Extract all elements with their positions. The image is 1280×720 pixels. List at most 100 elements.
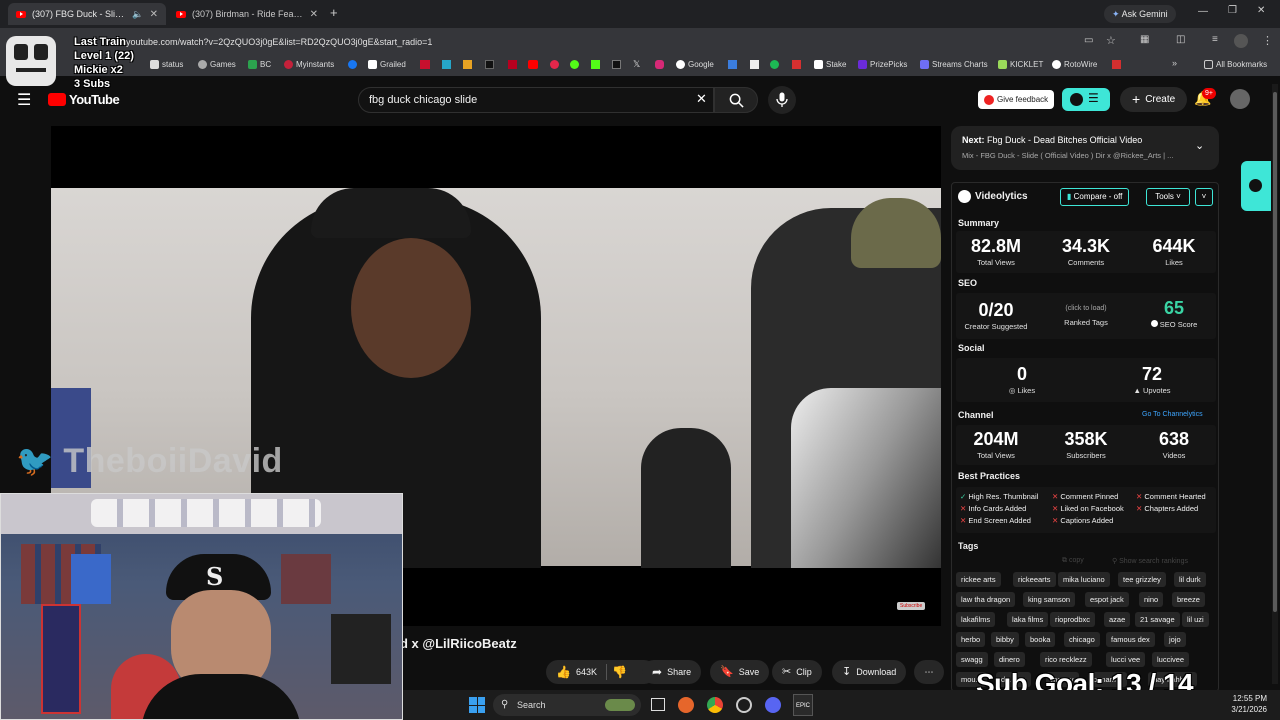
close-tab-icon[interactable]: ✕ [150, 9, 158, 20]
bookmark-prizepicks[interactable]: PrizePicks [858, 60, 907, 69]
tag-chip[interactable]: chicago [1064, 632, 1100, 647]
bookmark-shortcut-icon[interactable] [570, 60, 579, 69]
tag-chip[interactable]: herbo [956, 632, 986, 647]
compare-toggle[interactable]: ▮ Compare - off [1060, 188, 1130, 206]
tag-chip[interactable]: lil durk [1174, 572, 1206, 587]
kick-icon[interactable] [591, 60, 600, 69]
tag-chip[interactable]: breeze [1172, 592, 1205, 607]
tag-chip[interactable]: lakafilms [956, 612, 996, 627]
page-scrollbar[interactable] [1272, 84, 1278, 684]
tag-chip[interactable]: famous dex [1106, 632, 1155, 647]
bookmark-shortcut-icon[interactable] [485, 60, 494, 69]
steam-icon[interactable] [736, 697, 752, 713]
bookmark-status[interactable]: status [150, 60, 183, 69]
bookmark-myinstants[interactable]: Myinstants [284, 60, 334, 69]
install-app-icon[interactable]: ▭ [1084, 35, 1093, 46]
new-tab-button[interactable]: + [330, 5, 338, 20]
bookmark-shortcut-icon[interactable] [508, 60, 517, 69]
like-button[interactable]: 👍 643K [556, 660, 597, 684]
dislike-button[interactable]: 👎 [612, 660, 627, 685]
click-to-load[interactable]: (click to load) [1046, 305, 1126, 312]
windows-start-icon[interactable] [469, 697, 485, 713]
bookmark-google[interactable]: Google [676, 60, 714, 69]
scrollbar-thumb[interactable] [1273, 92, 1277, 612]
voice-search-button[interactable] [768, 86, 796, 114]
save-button[interactable]: 🔖 Save [710, 660, 770, 684]
close-tab-icon[interactable]: ✕ [310, 9, 318, 20]
bookmark-streams-charts[interactable]: Streams Charts [920, 60, 988, 69]
menu-dots-icon[interactable]: ⋮ [1262, 34, 1273, 47]
bookmark-grailed[interactable]: Grailed [368, 60, 406, 69]
tag-chip[interactable]: espot jack [1085, 592, 1129, 607]
bookmark-shortcut-icon[interactable] [442, 60, 451, 69]
tag-chip[interactable]: azae [1104, 612, 1131, 627]
tag-chip[interactable]: laka films [1007, 612, 1049, 627]
url-field[interactable]: youtube.com/watch?v=2QzQUO3j0gE&list=RD2… [120, 33, 1080, 52]
tag-chip[interactable]: rico recklezz [1040, 652, 1092, 667]
tag-chip[interactable]: bibby [991, 632, 1019, 647]
firefox-icon[interactable] [678, 697, 694, 713]
bookmark-games[interactable]: Games [198, 60, 236, 69]
tag-chip[interactable]: king samson [1023, 592, 1076, 607]
hamburger-menu-icon[interactable]: ☰ [17, 90, 31, 110]
task-view-icon[interactable] [651, 698, 665, 711]
tag-chip[interactable]: nino [1139, 592, 1164, 607]
sidepanel-icon[interactable]: ◫ [1176, 34, 1185, 45]
tools-dropdown[interactable]: Tools ˅ [1146, 188, 1190, 206]
tag-chip[interactable]: mika luciano [1058, 572, 1110, 587]
tag-chip[interactable]: rickeearts [1013, 572, 1056, 587]
bookmark-kicklet[interactable]: KICKLET [998, 60, 1043, 69]
bookmark-stake[interactable]: Stake [814, 60, 846, 69]
search-input[interactable]: fbg duck chicago slide [358, 87, 714, 113]
close-window-button[interactable]: ✕ [1257, 5, 1265, 16]
videolytics-side-tab[interactable] [1241, 161, 1271, 211]
amazon-icon[interactable] [750, 60, 759, 69]
video-subscribe-badge[interactable]: Subscribe [897, 602, 926, 610]
copy-tags-button[interactable]: ⧉ copy [1062, 557, 1084, 565]
spotify-icon[interactable] [770, 60, 779, 69]
bookmark-shortcut-icon[interactable] [463, 60, 472, 69]
tag-chip[interactable]: booka [1025, 632, 1056, 647]
taskbar-clock[interactable]: 12:55 PM 3/21/2026 [1211, 694, 1267, 714]
tag-chip[interactable]: jojo [1164, 632, 1186, 647]
youtube-bookmark-icon[interactable] [528, 60, 538, 69]
bookmark-shortcut-icon[interactable] [728, 60, 737, 69]
tag-chip[interactable]: luccivee [1152, 652, 1190, 667]
bookmark-shortcut-icon[interactable] [1112, 60, 1121, 69]
tag-chip[interactable]: tee grizzley [1118, 572, 1166, 587]
minimize-button[interactable]: — [1198, 6, 1208, 17]
tag-chip[interactable]: swagg [956, 652, 988, 667]
discord-icon[interactable] [765, 697, 781, 713]
chrome-icon[interactable] [707, 697, 723, 713]
bookmark-shortcut-icon[interactable] [792, 60, 801, 69]
account-avatar[interactable] [1230, 89, 1250, 109]
reading-list-icon[interactable]: ≡ [1212, 34, 1218, 45]
x-icon[interactable]: 𝕏 [633, 59, 640, 70]
go-to-channelytics-link[interactable]: Go To Channelytics [1142, 411, 1203, 418]
bookmark-shortcut-icon[interactable] [550, 60, 559, 69]
give-feedback-button[interactable]: Give feedback [978, 90, 1055, 109]
instagram-icon[interactable] [655, 60, 664, 69]
more-actions-button[interactable]: ⋯ [914, 660, 944, 684]
tag-chip[interactable]: lil uzi [1182, 612, 1209, 627]
audio-icon[interactable]: 🔈 [132, 9, 143, 20]
taskbar-search-box[interactable]: ⚲ Search [493, 694, 641, 716]
tab-fbg-duck[interactable]: (307) FBG Duck - Slide ( Offi 🔈 ✕ [8, 3, 166, 25]
download-button[interactable]: ↧ Download [832, 660, 907, 684]
bookmark-shortcut-icon[interactable] [420, 60, 430, 69]
tab-birdman[interactable]: (307) Birdman - Ride Feat. Young ✕ [168, 3, 326, 25]
up-next-card[interactable]: Next: Fbg Duck - Dead Bitches Official V… [951, 126, 1219, 170]
facebook-icon[interactable] [348, 60, 357, 69]
tag-chip[interactable]: dinero [994, 652, 1025, 667]
chevron-down-icon[interactable]: ⌄ [1195, 139, 1204, 152]
seo-ranked-tags[interactable]: (click to load) Ranked Tags [1046, 305, 1126, 327]
maximize-button[interactable]: ❐ [1228, 5, 1237, 16]
ask-gemini-button[interactable]: ✦ Ask Gemini [1104, 5, 1176, 23]
all-bookmarks-button[interactable]: All Bookmarks [1204, 60, 1267, 69]
clear-search-icon[interactable]: ✕ [696, 91, 707, 107]
epic-games-icon[interactable]: EPIC [793, 694, 813, 716]
videolytics-toggle-button[interactable]: ☰ [1062, 88, 1110, 111]
create-button[interactable]: + Create [1120, 87, 1188, 112]
extensions-icon[interactable]: ▦ [1140, 34, 1149, 45]
bookmark-rotowire[interactable]: RotoWire [1052, 60, 1097, 69]
